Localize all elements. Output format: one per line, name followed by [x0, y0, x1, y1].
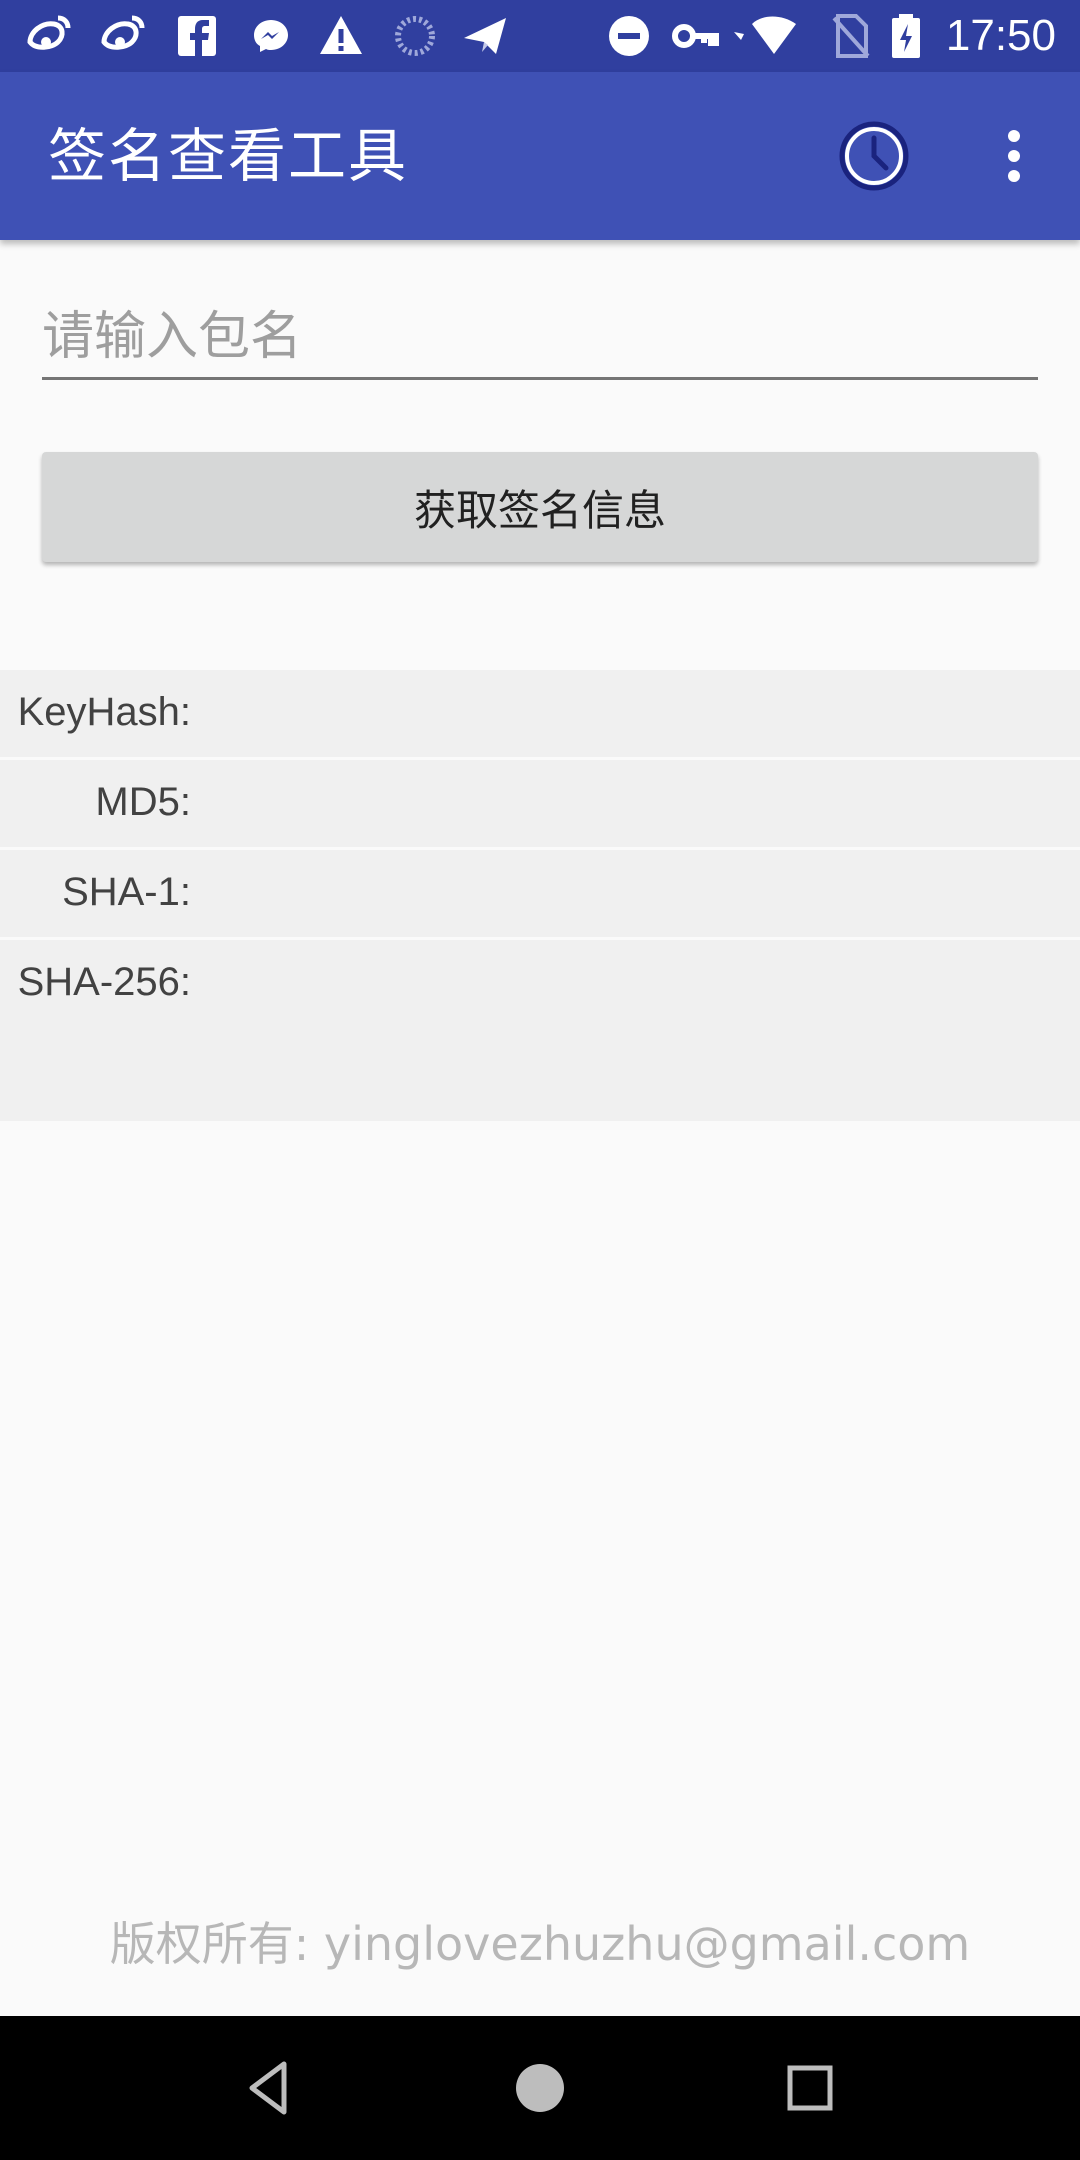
status-time: 17:50: [945, 11, 1056, 60]
navigation-bar: [0, 2016, 1080, 2160]
app-title: 签名查看工具: [48, 122, 409, 190]
copyright-footer: 版权所有: yinglovezhuzhu@gmail.com: [109, 1917, 971, 1971]
history-clock-icon: [839, 121, 909, 191]
more-vert-icon: [1008, 130, 1020, 182]
result-row-sha256: SHA-256:: [0, 940, 1080, 1124]
screen: 17:50 签名查看工具 获取签名信息 KeyHash:: [0, 0, 1080, 2160]
get-signature-button[interactable]: 获取签名信息: [42, 452, 1038, 562]
no-sim-icon: [832, 14, 870, 58]
messenger-icon: [254, 20, 288, 52]
keyhash-label: KeyHash:: [17, 690, 191, 734]
status-bar: 17:50: [0, 0, 1080, 72]
results-list: KeyHash: MD5: SHA-1: SHA-256:: [0, 670, 1080, 1124]
app-bar: 签名查看工具: [0, 72, 1080, 240]
sha256-label: SHA-256:: [17, 960, 191, 1004]
vpn-key-icon: [672, 24, 719, 48]
result-row-md5: MD5:: [0, 760, 1080, 850]
weibo-icon: [101, 15, 145, 50]
wifi-icon: [734, 16, 796, 54]
sha1-label: SHA-1:: [62, 870, 191, 914]
do-not-disturb-icon: [609, 16, 649, 56]
home-circle-icon[interactable]: [508, 2056, 572, 2120]
facebook-icon: [178, 16, 216, 56]
back-triangle-icon[interactable]: [238, 2056, 302, 2120]
recents-square-icon[interactable]: [778, 2056, 842, 2120]
send-icon: [464, 18, 506, 54]
result-row-sha1: SHA-1:: [0, 850, 1080, 940]
warning-icon: [320, 16, 362, 54]
weibo-icon: [27, 15, 71, 50]
md5-label: MD5:: [95, 780, 191, 824]
package-name-input[interactable]: [42, 296, 1038, 380]
result-row-keyhash: KeyHash:: [0, 670, 1080, 760]
overflow-menu-button[interactable]: [990, 126, 1038, 186]
loading-icon: [395, 16, 435, 56]
history-button[interactable]: [836, 118, 912, 194]
battery-charging-icon: [892, 14, 920, 58]
